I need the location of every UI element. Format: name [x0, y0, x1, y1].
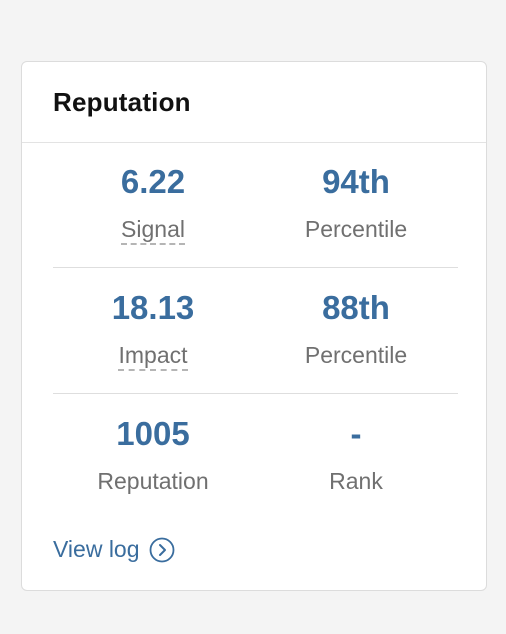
reputation-value: 1005: [116, 415, 190, 452]
signal-percentile-value: 94th: [322, 163, 390, 200]
view-log-label: View log: [53, 536, 140, 562]
view-log-link[interactable]: View log: [53, 536, 175, 563]
signal-label-wrap: Signal: [53, 215, 253, 245]
chevron-right-circle-icon: [149, 537, 175, 563]
impact-percentile-label: Percentile: [304, 342, 408, 368]
stat-row-signal: 6.22 Signal 94th Percentile: [53, 143, 458, 268]
rank-value: -: [350, 415, 362, 452]
stat-row-impact: 18.13 Impact 88th Percentile: [53, 269, 458, 394]
impact-label[interactable]: Impact: [118, 342, 188, 371]
stat-row-reputation: 1005 Reputation - Rank: [53, 395, 458, 520]
impact-percentile-value: 88th: [322, 289, 390, 326]
card-header: Reputation: [22, 62, 486, 143]
reputation-label: Reputation: [97, 468, 209, 494]
signal-label[interactable]: Signal: [121, 216, 185, 245]
impact-label-wrap: Impact: [53, 341, 253, 371]
reputation-card: Reputation 6.22 Signal 94th Percentile 1…: [21, 61, 487, 591]
card-title: Reputation: [53, 86, 191, 117]
rank-label: Rank: [329, 468, 383, 494]
impact-value: 18.13: [111, 289, 195, 326]
signal-value: 6.22: [120, 163, 186, 200]
signal-percentile-label: Percentile: [304, 216, 408, 242]
